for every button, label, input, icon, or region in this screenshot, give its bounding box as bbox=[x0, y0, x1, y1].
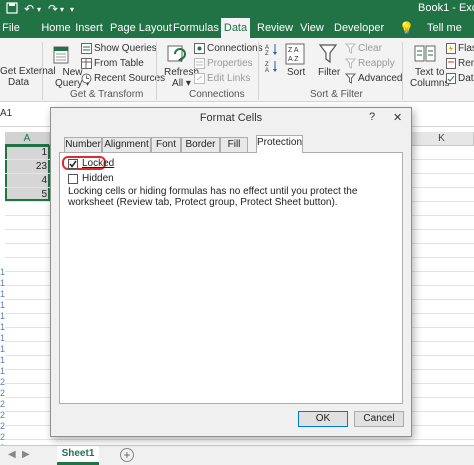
text-to-columns-button[interactable]: Text to Columns bbox=[410, 67, 449, 89]
add-sheet-icon[interactable]: + bbox=[120, 448, 134, 462]
reapply-button[interactable]: Reapply bbox=[358, 58, 395, 69]
column-header-k[interactable]: K bbox=[410, 132, 474, 146]
locked-checkbox[interactable] bbox=[68, 159, 78, 169]
tab-view[interactable]: View bbox=[300, 18, 324, 38]
flash-fill-icon bbox=[446, 43, 456, 57]
connections-button[interactable]: Connections bbox=[207, 43, 263, 54]
connections-icon bbox=[194, 43, 205, 57]
flash-fill-button[interactable]: Flasl bbox=[458, 43, 474, 54]
undo-icon[interactable]: ↶ bbox=[24, 2, 34, 16]
recent-sources-icon bbox=[81, 73, 92, 87]
scroll-left-icon[interactable]: ◀ bbox=[8, 449, 16, 460]
sort-dialog-icon: Z A A Z bbox=[285, 43, 305, 68]
sort-button[interactable]: Sort bbox=[287, 67, 305, 78]
tab-review[interactable]: Review bbox=[257, 18, 293, 38]
ribbon-tabs: File Home Insert Page Layout Formulas Da… bbox=[0, 18, 474, 38]
cell-a1[interactable]: 1 bbox=[5, 146, 50, 160]
data-validation-icon bbox=[446, 73, 456, 87]
tab-formulas[interactable]: Formulas bbox=[173, 18, 219, 38]
tab-insert[interactable]: Insert bbox=[74, 18, 104, 38]
get-external-data-button[interactable]: Get External Data bbox=[0, 66, 56, 88]
undo-dropdown-icon[interactable]: ▾ bbox=[37, 5, 41, 14]
remove-duplicates-icon bbox=[446, 58, 456, 72]
redo-icon[interactable]: ↷ bbox=[48, 2, 58, 16]
svg-text:Z: Z bbox=[265, 51, 269, 56]
sheet-tab-active[interactable]: Sheet1 bbox=[57, 446, 99, 465]
sheet-tab-bar: ◀ ▶ Sheet1 + bbox=[0, 445, 474, 465]
sort-za-icon[interactable]: ZA bbox=[265, 60, 279, 76]
tab-number[interactable]: Number bbox=[64, 137, 102, 152]
cell-a4[interactable]: 5 bbox=[5, 188, 50, 202]
group-get-transform: Get & Transform bbox=[70, 89, 144, 100]
protection-panel: Locked Hidden Locking cells or hiding fo… bbox=[59, 152, 403, 404]
help-icon[interactable]: ? bbox=[369, 111, 375, 123]
remove-duplicates-button[interactable]: Rem bbox=[458, 58, 474, 69]
separator bbox=[258, 42, 259, 100]
dialog-title: Format Cells bbox=[199, 112, 263, 124]
grid-row-line bbox=[5, 439, 474, 440]
title-bar: ↶ ▾ ↷ ▾ ▾ Book1 - Excel bbox=[0, 0, 474, 18]
cell-a2[interactable]: 23 bbox=[5, 160, 50, 174]
tab-developer[interactable]: Developer bbox=[334, 18, 384, 38]
new-query-icon bbox=[52, 43, 74, 68]
cell-a3[interactable]: 4 bbox=[5, 174, 50, 188]
svg-text:Z A: Z A bbox=[288, 47, 299, 54]
tab-file[interactable]: File bbox=[0, 18, 22, 38]
scroll-right-icon[interactable]: ▶ bbox=[22, 449, 30, 460]
customize-qat-icon[interactable]: ▾ bbox=[70, 5, 74, 14]
save-icon[interactable] bbox=[6, 2, 18, 17]
from-table-button[interactable]: From Table bbox=[94, 58, 144, 69]
data-validation-button[interactable]: Data bbox=[458, 73, 474, 84]
hidden-label[interactable]: Hidden bbox=[82, 173, 114, 184]
close-icon[interactable]: ✕ bbox=[393, 111, 402, 124]
svg-text:A Z: A Z bbox=[288, 56, 299, 63]
recent-sources-button[interactable]: Recent Sources bbox=[94, 73, 165, 84]
filter-icon bbox=[318, 43, 338, 68]
hidden-checkbox[interactable] bbox=[68, 174, 78, 184]
edit-links-icon bbox=[194, 73, 205, 87]
separator bbox=[156, 42, 157, 100]
window-title: Book1 - Excel bbox=[418, 2, 474, 14]
ok-button[interactable]: OK bbox=[298, 411, 348, 427]
sort-az-icon[interactable]: AZ bbox=[265, 43, 279, 59]
from-table-icon bbox=[81, 58, 92, 72]
group-sort-filter: Sort & Filter bbox=[310, 89, 363, 100]
text-to-columns-icon bbox=[414, 43, 436, 68]
refresh-icon bbox=[166, 43, 188, 68]
show-queries-button[interactable]: Show Queries bbox=[94, 43, 157, 54]
group-connections: Connections bbox=[189, 89, 245, 100]
tab-page-layout[interactable]: Page Layout bbox=[110, 18, 172, 38]
clear-icon bbox=[344, 43, 357, 57]
properties-button[interactable]: Properties bbox=[207, 58, 253, 69]
tab-alignment[interactable]: Alignment bbox=[102, 137, 151, 152]
locked-label[interactable]: Locked bbox=[82, 158, 114, 169]
tab-home[interactable]: Home bbox=[34, 18, 78, 38]
tab-border[interactable]: Border bbox=[181, 137, 220, 152]
clear-button[interactable]: Clear bbox=[358, 43, 382, 54]
column-header-a[interactable]: A bbox=[5, 132, 50, 146]
tell-me-search[interactable]: Tell me bbox=[427, 18, 474, 38]
advanced-icon bbox=[344, 73, 357, 87]
svg-text:A: A bbox=[265, 68, 269, 73]
lightbulb-icon: 💡 bbox=[399, 21, 414, 35]
properties-icon bbox=[194, 58, 205, 72]
name-box[interactable]: A1 bbox=[0, 108, 12, 119]
show-queries-icon bbox=[81, 43, 92, 57]
cancel-button[interactable]: Cancel bbox=[354, 411, 404, 427]
advanced-button[interactable]: Advanced bbox=[358, 73, 402, 84]
protection-info-text: Locking cells or hiding formulas has no … bbox=[68, 186, 358, 208]
reapply-icon bbox=[344, 58, 357, 72]
row-headers-partial: 11111111112222222 bbox=[0, 267, 5, 453]
tab-data[interactable]: Data bbox=[221, 18, 250, 38]
separator bbox=[42, 42, 43, 100]
tab-protection[interactable]: Protection bbox=[256, 135, 303, 153]
filter-button[interactable]: Filter bbox=[318, 67, 340, 78]
tab-fill[interactable]: Fill bbox=[220, 137, 248, 152]
ribbon-data: Get External Data New Query ▾ Show Queri… bbox=[0, 38, 474, 102]
tab-font[interactable]: Font bbox=[151, 137, 181, 152]
edit-links-button[interactable]: Edit Links bbox=[207, 73, 250, 84]
format-cells-dialog: Format Cells ? ✕ Number Alignment Font B… bbox=[50, 107, 412, 437]
separator bbox=[402, 42, 403, 100]
redo-dropdown-icon[interactable]: ▾ bbox=[60, 5, 64, 14]
